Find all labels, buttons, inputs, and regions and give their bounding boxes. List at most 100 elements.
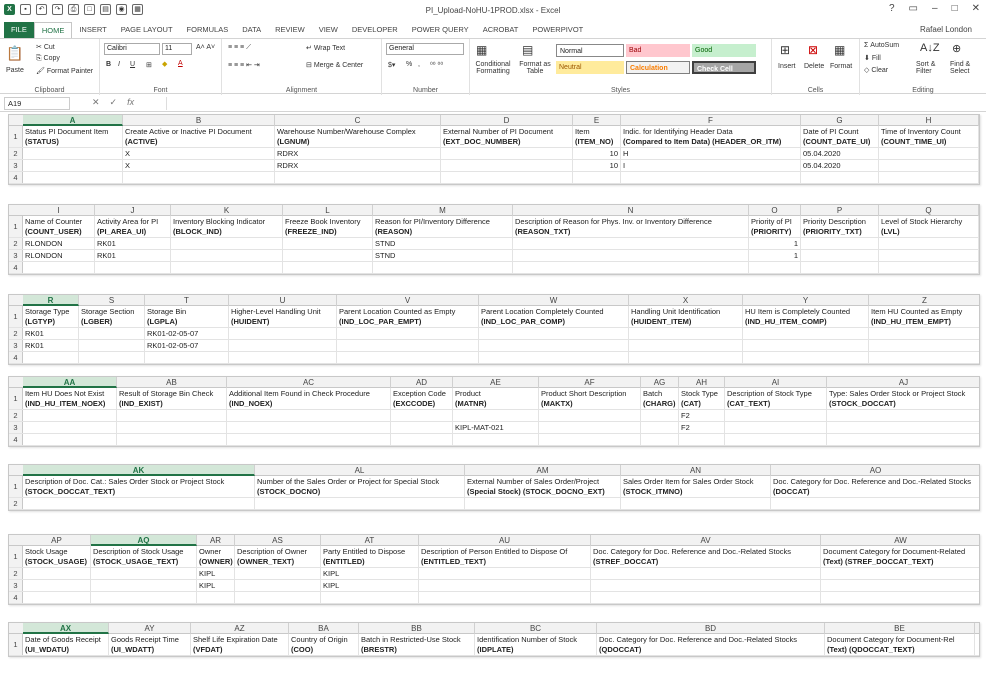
column-header[interactable]: BD — [597, 623, 825, 634]
column-header[interactable]: AU — [419, 535, 591, 546]
binoculars-icon[interactable]: ⊕ — [952, 42, 961, 55]
user-name[interactable]: Rafael London — [920, 25, 972, 34]
column-header[interactable]: Z — [869, 295, 979, 306]
column-header[interactable]: Q — [879, 205, 979, 216]
cell[interactable]: Parent Location Counted as Empty (IND_LOC… — [337, 306, 479, 327]
cell[interactable] — [465, 498, 621, 509]
cell[interactable] — [117, 434, 227, 445]
cell[interactable]: RDRX — [275, 160, 441, 171]
cell[interactable] — [235, 592, 321, 603]
cell[interactable] — [145, 352, 229, 363]
enter-icon[interactable]: ✓ — [110, 97, 128, 107]
cell[interactable] — [23, 262, 95, 273]
cell[interactable]: Identification Number of Stock (IDPLATE) — [475, 634, 597, 655]
cell[interactable] — [23, 352, 79, 363]
cell[interactable] — [171, 262, 283, 273]
cell[interactable]: Product (MATNR) — [453, 388, 539, 409]
ribbon-display-icon[interactable]: ▭ — [909, 3, 918, 14]
cut-button[interactable]: ✂ Cut — [36, 43, 55, 51]
cell[interactable]: Item HU Does Not Exist (IND_HU_ITEM_NOEX) — [23, 388, 117, 409]
comma-button[interactable]: , — [418, 61, 420, 68]
tab-powerpivot[interactable]: POWERPIVOT — [525, 22, 590, 38]
cell[interactable] — [235, 568, 321, 579]
column-header[interactable]: AL — [255, 465, 465, 476]
cell[interactable]: 1 — [749, 250, 801, 261]
column-header[interactable]: R — [23, 295, 79, 306]
cell[interactable] — [321, 592, 419, 603]
borders-icon[interactable]: ⊞ — [146, 61, 152, 69]
cell[interactable] — [879, 172, 979, 183]
column-header[interactable]: S — [79, 295, 145, 306]
cell[interactable]: Date of PI Count (COUNT_DATE_UI) — [801, 126, 879, 147]
cell[interactable]: Doc. Category for Doc. Reference and Doc… — [591, 546, 821, 567]
cell[interactable] — [23, 422, 117, 433]
cell[interactable]: F2 — [679, 422, 725, 433]
column-header[interactable]: F — [621, 115, 801, 126]
cell[interactable]: Indic. for Identifying Header Data (Compa… — [621, 126, 801, 147]
cell[interactable] — [827, 434, 979, 445]
cell[interactable] — [419, 568, 591, 579]
conditional-formatting-button[interactable]: Conditional Formatting — [472, 61, 514, 75]
column-header[interactable]: AO — [771, 465, 979, 476]
cell[interactable] — [725, 422, 827, 433]
maximize-icon[interactable]: □ — [952, 3, 958, 14]
cell[interactable]: Parent Location Completely Counted (IND_L… — [479, 306, 629, 327]
row-header[interactable]: 3 — [9, 250, 23, 261]
row-header[interactable]: 4 — [9, 352, 23, 363]
format-table-icon[interactable]: ▤ — [522, 43, 533, 57]
style-calculation[interactable]: Calculation — [626, 61, 690, 74]
cell[interactable]: X — [123, 148, 275, 159]
cell[interactable]: RK01 — [95, 250, 171, 261]
cell[interactable] — [275, 172, 441, 183]
cell[interactable]: Activity Area for PI (PI_AREA_UI) — [95, 216, 171, 237]
cell[interactable] — [879, 250, 979, 261]
name-box[interactable]: A19 — [4, 97, 70, 110]
cell[interactable] — [23, 160, 123, 171]
sort-filter-button[interactable]: Sort & Filter — [916, 61, 946, 75]
cell[interactable] — [801, 238, 879, 249]
cell[interactable] — [801, 172, 879, 183]
cell[interactable] — [79, 340, 145, 351]
row-header[interactable]: 1 — [9, 546, 23, 567]
column-header[interactable]: AK — [23, 465, 255, 476]
column-header[interactable]: AP — [23, 535, 91, 546]
row-header[interactable]: 3 — [9, 422, 23, 433]
cell[interactable]: Time of Inventory Count (COUNT_TIME_UI) — [879, 126, 979, 147]
cell[interactable]: Higher-Level Handling Unit (HUIDENT) — [229, 306, 337, 327]
row-header[interactable]: 2 — [9, 498, 23, 509]
italic-button[interactable]: I — [118, 61, 120, 68]
merge-center-button[interactable]: ⊟ Merge & Center — [306, 61, 363, 69]
cell[interactable]: External Number of Sales Order/Project (S… — [465, 476, 621, 497]
column-header[interactable]: AC — [227, 377, 391, 388]
style-normal[interactable]: Normal — [556, 44, 624, 57]
cell[interactable]: RK01 — [23, 328, 79, 339]
cell[interactable] — [879, 238, 979, 249]
cell[interactable] — [821, 568, 979, 579]
cell[interactable] — [171, 250, 283, 261]
cell[interactable] — [441, 148, 573, 159]
tab-file[interactable]: FILE — [4, 22, 34, 38]
cell[interactable]: Handling Unit Identification (HUIDENT_ITE… — [629, 306, 743, 327]
font-color-icon[interactable]: A — [178, 60, 183, 67]
column-header[interactable]: AN — [621, 465, 771, 476]
cell[interactable]: Document Category for Document-Rel (Text)… — [825, 634, 975, 655]
column-header[interactable]: BA — [289, 623, 359, 634]
bold-button[interactable]: B — [106, 61, 111, 68]
cell[interactable] — [743, 328, 869, 339]
cell[interactable] — [79, 328, 145, 339]
cell[interactable] — [869, 352, 979, 363]
cell[interactable] — [91, 580, 197, 591]
cell[interactable]: STND — [373, 250, 513, 261]
cell[interactable] — [227, 434, 391, 445]
tab-developer[interactable]: DEVELOPER — [345, 22, 405, 38]
cell[interactable] — [641, 410, 679, 421]
cell[interactable]: Item HU Counted as Empty (IND_HU_ITEM_EMP… — [869, 306, 979, 327]
cell[interactable] — [91, 568, 197, 579]
cell[interactable] — [513, 250, 749, 261]
cell[interactable]: RDRX — [275, 148, 441, 159]
delete-cells-icon[interactable]: ⊠ — [808, 43, 818, 57]
close-icon[interactable]: ✕ — [972, 3, 980, 14]
cell[interactable] — [771, 498, 979, 509]
fill-button[interactable]: ⬇ Fill — [864, 54, 881, 62]
cell[interactable] — [539, 422, 641, 433]
